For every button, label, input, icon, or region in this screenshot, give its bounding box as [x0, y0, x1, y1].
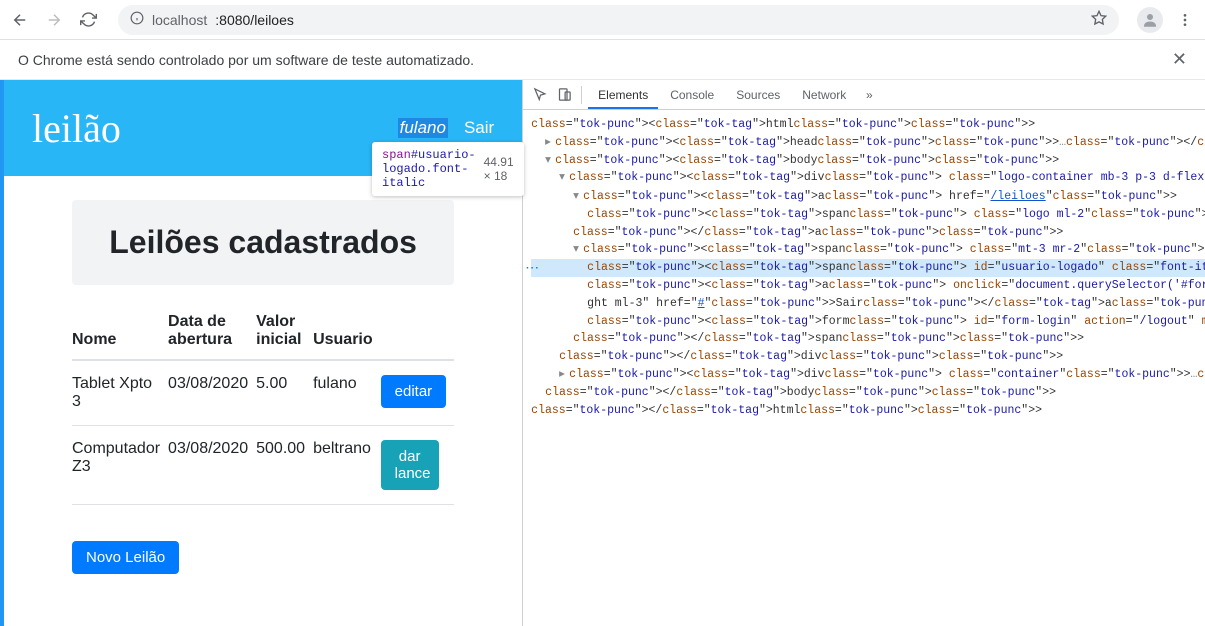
site-info-icon[interactable] [130, 11, 144, 28]
bookmark-icon[interactable] [1091, 10, 1107, 29]
inspect-icon[interactable] [529, 84, 551, 106]
table-row: Tablet Xpto 3 03/08/2020 5.00 fulano edi… [72, 360, 454, 426]
tab-network[interactable]: Network [792, 81, 856, 109]
browser-menu-icon[interactable] [1173, 8, 1197, 32]
usuario-logado: fulano [398, 118, 448, 138]
tooltip-dims: 44.91 × 18 [484, 155, 514, 183]
url-host: localhost [152, 12, 207, 28]
sair-link[interactable]: Sair [464, 118, 494, 138]
browser-toolbar: localhost :8080/leiloes [0, 0, 1205, 40]
tab-sources[interactable]: Sources [726, 81, 790, 109]
url-bar[interactable]: localhost :8080/leiloes [118, 5, 1119, 35]
table-row: Computador Z3 03/08/2020 500.00 beltrano… [72, 426, 454, 505]
devtools-tabbar: Elements Console Sources Network » ✕1 ⋮ … [523, 80, 1205, 110]
more-tabs-icon[interactable]: » [858, 84, 880, 106]
page-title: Leilões cadastrados [72, 200, 454, 285]
tab-console[interactable]: Console [660, 81, 724, 109]
elements-tree[interactable]: class="tok-punc"><class="tok-tag">htmlcl… [523, 110, 1205, 626]
close-icon[interactable]: ✕ [1172, 49, 1187, 70]
automation-message: O Chrome está sendo controlado por um so… [18, 52, 474, 68]
leiloes-table: Nome Data de abertura Valor inicial Usua… [72, 303, 454, 505]
novo-leilao-button[interactable]: Novo Leilão [72, 541, 179, 574]
page-viewport: leilão fulano Sair span#usuario-logado.f… [0, 80, 522, 626]
inspect-tooltip: span#usuario-logado.font-italic 44.91 × … [372, 142, 524, 196]
col-valor: Valor inicial [256, 303, 313, 360]
back-button[interactable] [8, 8, 32, 32]
app-logo[interactable]: leilão [32, 105, 121, 152]
dar-lance-button[interactable]: dar lance [381, 440, 439, 490]
tab-elements[interactable]: Elements [588, 81, 658, 109]
app-header: leilão fulano Sair span#usuario-logado.f… [4, 80, 522, 176]
page-container: Leilões cadastrados Nome Data de abertur… [4, 176, 522, 598]
profile-avatar[interactable] [1137, 7, 1163, 33]
automation-info-bar: O Chrome está sendo controlado por um so… [0, 40, 1205, 80]
devtools-panel: Elements Console Sources Network » ✕1 ⋮ … [522, 80, 1205, 626]
reload-button[interactable] [76, 8, 100, 32]
col-data: Data de abertura [168, 303, 256, 360]
url-path: :8080/leiloes [215, 12, 294, 28]
col-usuario: Usuario [313, 303, 381, 360]
col-nome: Nome [72, 303, 168, 360]
device-toolbar-icon[interactable] [553, 84, 575, 106]
editar-button[interactable]: editar [381, 375, 447, 408]
forward-button[interactable] [42, 8, 66, 32]
